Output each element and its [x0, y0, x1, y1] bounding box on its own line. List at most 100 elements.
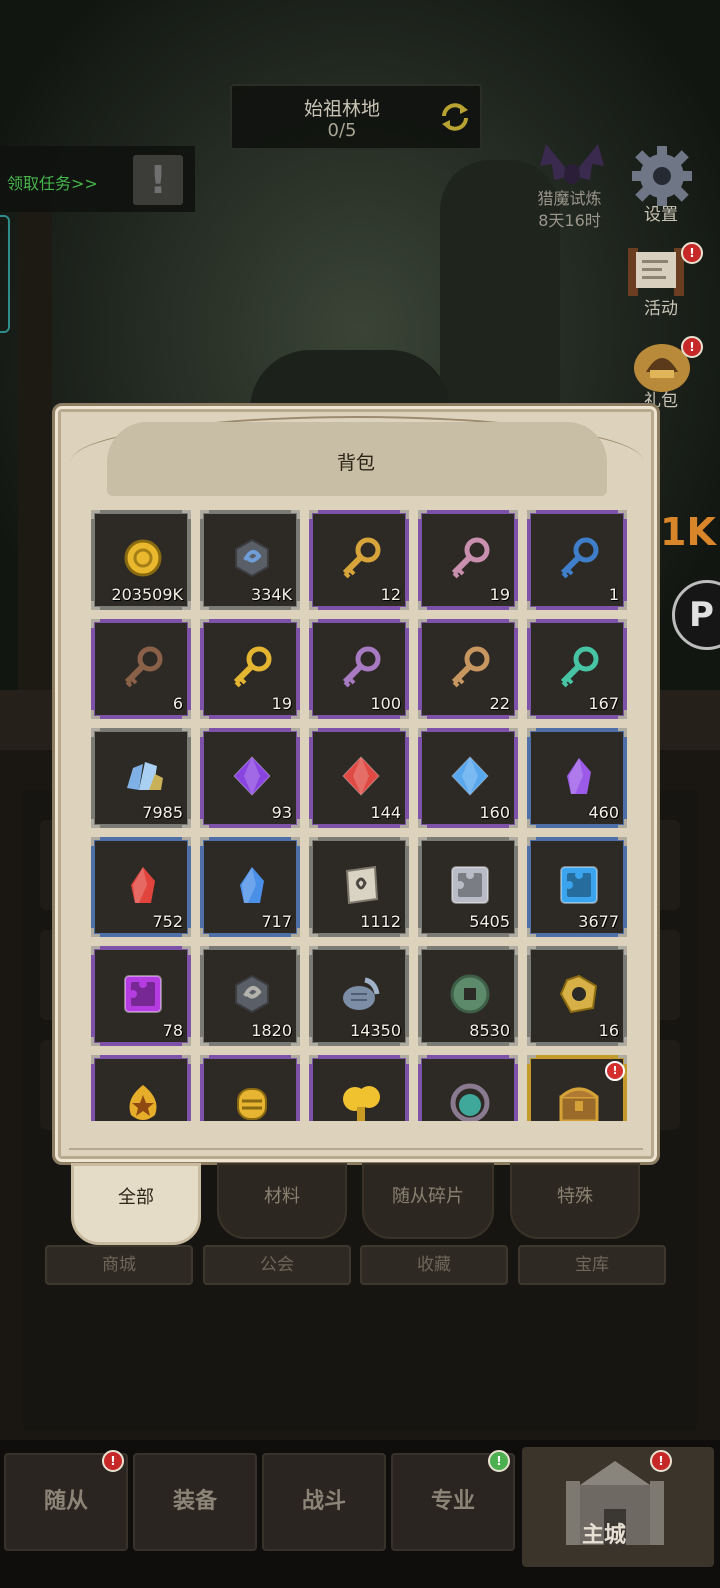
item-slot[interactable]: 1112	[309, 837, 409, 937]
gold-coin-icon	[124, 539, 162, 577]
violet-key-icon	[342, 646, 381, 688]
pink-key-icon	[451, 537, 490, 579]
partial-banner-text: 1K	[660, 510, 716, 554]
item-slot[interactable]: 16	[527, 946, 627, 1046]
item-slot[interactable]	[91, 1055, 191, 1121]
item-slot[interactable]: 14350	[309, 946, 409, 1046]
gold-mushroom-icon	[343, 1086, 380, 1121]
item-slot[interactable]: 1	[527, 510, 627, 610]
item-slot[interactable]: 5405	[418, 837, 518, 937]
item-slot[interactable]: 12	[309, 510, 409, 610]
panel-footer	[69, 1126, 643, 1150]
grey-puzzle-box-icon	[451, 866, 489, 904]
item-count: 334K	[250, 585, 292, 604]
blue-crystal-cluster-icon	[127, 762, 163, 790]
item-count: 6	[172, 694, 183, 713]
item-slot[interactable]: 22	[418, 619, 518, 719]
item-slot[interactable]	[200, 1055, 300, 1121]
item-slot[interactable]: 160	[418, 728, 518, 828]
tab-all[interactable]: 全部	[71, 1163, 201, 1245]
blue-key-icon	[560, 537, 599, 579]
bat-wings-icon[interactable]	[536, 136, 608, 192]
red-gem-icon	[342, 756, 380, 796]
item-slot[interactable]	[418, 1055, 518, 1121]
lower-button-vault[interactable]: 宝库	[518, 1245, 666, 1285]
item-slot[interactable]: 8530	[418, 946, 518, 1046]
item-slot[interactable]: 19	[418, 510, 518, 610]
item-slot[interactable]: !	[527, 1055, 627, 1121]
ornate-gold-key-icon	[233, 646, 272, 688]
item-slot[interactable]: 752	[91, 837, 191, 937]
gold-key-icon	[342, 537, 381, 579]
star-badge-icon	[129, 1085, 157, 1120]
activity-label[interactable]: 活动	[616, 294, 706, 319]
item-count: 12	[380, 585, 401, 604]
item-slot[interactable]: 167	[527, 619, 627, 719]
nav-equipment[interactable]: 装备	[133, 1453, 257, 1551]
backpack-title: 背包	[336, 452, 375, 474]
item-slot[interactable]: 460	[527, 728, 627, 828]
refresh-icon[interactable]	[438, 100, 472, 134]
item-count: 7985	[142, 803, 183, 822]
item-slot[interactable]: 144	[309, 728, 409, 828]
item-slot[interactable]: 19	[200, 619, 300, 719]
nav-profession-badge: !	[488, 1450, 510, 1472]
lower-button-shop[interactable]: 商城	[45, 1245, 193, 1285]
gift-alert-badge: !	[681, 336, 703, 358]
item-slot[interactable]: 7985	[91, 728, 191, 828]
nav-battle[interactable]: 战斗	[262, 1453, 386, 1551]
tab-companion-shards[interactable]: 随从碎片	[362, 1163, 494, 1239]
item-slot[interactable]: 1820	[200, 946, 300, 1046]
tab-special[interactable]: 特殊	[510, 1163, 640, 1239]
stage-progress: 0/5	[327, 120, 357, 141]
exclamation-icon[interactable]: !	[133, 155, 183, 205]
demon-hunt-label: 猎魔试炼	[537, 189, 602, 208]
demon-hunt-trial[interactable]: 猎魔试炼 8天16时	[522, 188, 617, 232]
side-panel-tab[interactable]	[0, 215, 10, 333]
lower-button-collection[interactable]: 收藏	[360, 1245, 508, 1285]
item-slot[interactable]: 3677	[527, 837, 627, 937]
tree-trunk	[18, 190, 52, 710]
gear-icon[interactable]	[628, 144, 696, 208]
item-count: 78	[162, 1021, 183, 1040]
gold-nut-icon	[559, 974, 598, 1014]
item-slot[interactable]: 93	[200, 728, 300, 828]
quest-link[interactable]: 领取任务>>	[7, 170, 98, 194]
purple-crystal-icon	[567, 758, 591, 794]
item-count: 3677	[578, 912, 619, 931]
fish-fossil-icon	[343, 977, 380, 1010]
item-slot[interactable]	[309, 1055, 409, 1121]
nav-main-city-label: 主城	[582, 1523, 627, 1548]
tab-materials[interactable]: 材料	[217, 1163, 347, 1239]
item-count: 167	[588, 694, 619, 713]
bronze-key-icon	[124, 646, 163, 688]
item-count: 1112	[360, 912, 401, 931]
item-count: 1820	[251, 1021, 292, 1040]
item-slot[interactable]: 100	[309, 619, 409, 719]
blue-crystal-icon	[240, 867, 264, 903]
scroll-icon	[345, 865, 379, 905]
activity-alert-badge: !	[681, 242, 703, 264]
blue-gem-icon	[451, 756, 489, 796]
settings-label[interactable]: 设置	[616, 200, 706, 225]
stage-title: 始祖林地	[303, 98, 380, 120]
item-slot[interactable]: 334K	[200, 510, 300, 610]
item-count: 19	[271, 694, 292, 713]
demon-hunt-timer: 8天16时	[538, 211, 601, 230]
item-slot[interactable]: 78	[91, 946, 191, 1046]
item-count: 5405	[469, 912, 510, 931]
treasure-chest-icon	[559, 1087, 599, 1121]
item-slot[interactable]: 203509K	[91, 510, 191, 610]
item-slot[interactable]: 6	[91, 619, 191, 719]
gold-capsule-icon	[237, 1088, 267, 1120]
stage-info[interactable]: 始祖林地 0/5	[230, 84, 482, 150]
item-count: 717	[261, 912, 292, 931]
item-slot[interactable]: 717	[200, 837, 300, 937]
item-grid[interactable]: 203509K 334K 12 19 1 6 19 100 22 167 7985 93 144 160 4…	[89, 507, 629, 1121]
rock-mound	[250, 350, 450, 410]
item-count: 14350	[350, 1021, 401, 1040]
item-count: 460	[588, 803, 619, 822]
nav-main-city[interactable]	[522, 1447, 714, 1567]
lower-button-guild[interactable]: 公会	[203, 1245, 351, 1285]
item-count: 100	[370, 694, 401, 713]
